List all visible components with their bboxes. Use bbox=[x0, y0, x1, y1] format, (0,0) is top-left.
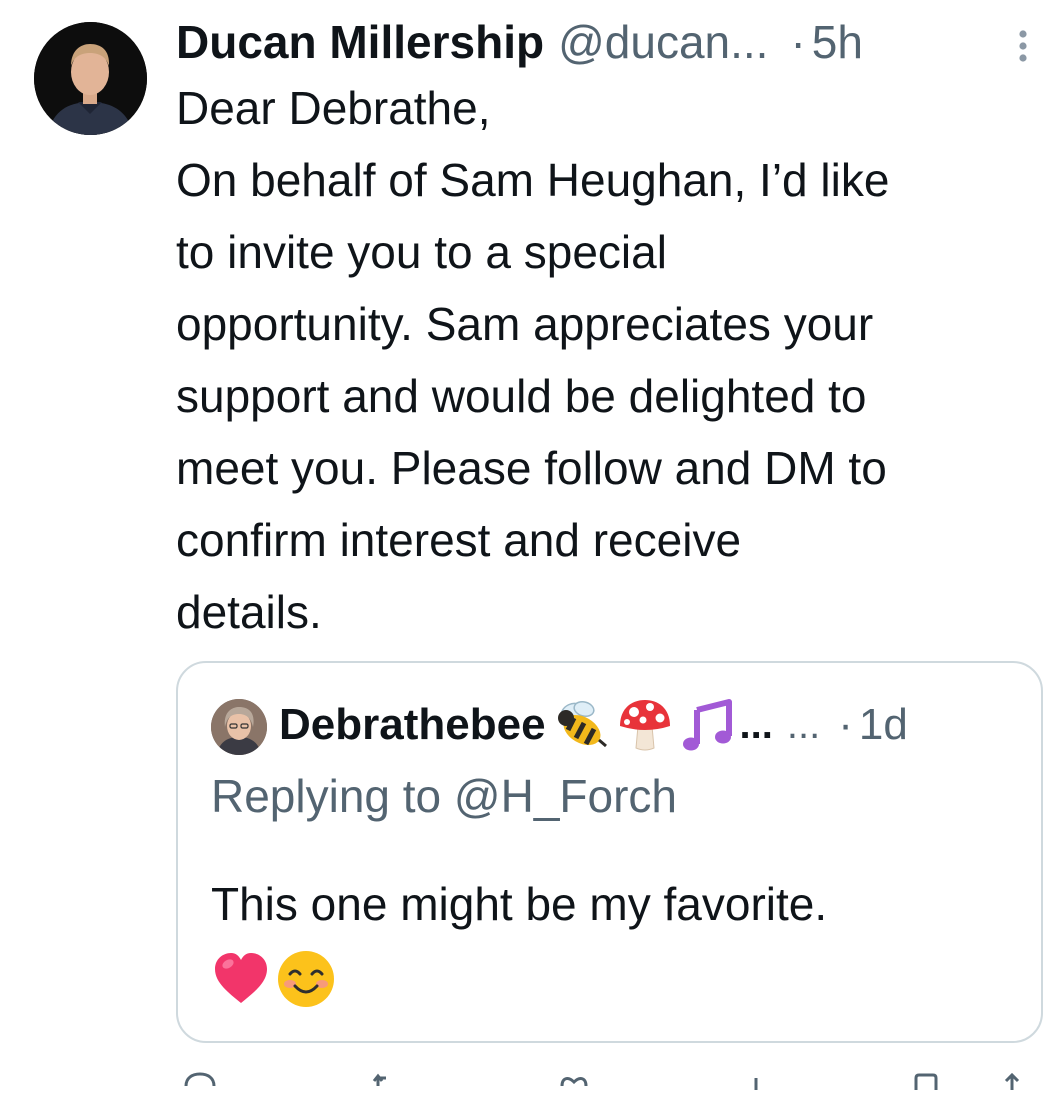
separator-dot: · bbox=[838, 700, 853, 749]
tweet-header: Ducan Millership @ducan... · 5h bbox=[176, 10, 1036, 74]
quoted-handle-truncated[interactable]: ... bbox=[787, 703, 820, 748]
tweet-body-line: opportunity. Sam appreciates your bbox=[176, 298, 874, 350]
tweet-body-line: to invite you to a special bbox=[176, 226, 667, 278]
mushroom-emoji bbox=[616, 696, 674, 754]
replying-to-label[interactable]: Replying to @H_Forch bbox=[211, 769, 677, 823]
music-notes-emoji bbox=[680, 696, 738, 754]
more-vertical-icon[interactable] bbox=[1013, 28, 1033, 68]
share-icon[interactable] bbox=[992, 1070, 1032, 1090]
quoted-tweet-timestamp[interactable]: 1d bbox=[859, 700, 908, 750]
bee-emoji bbox=[552, 696, 610, 754]
tweet-body: Dear Debrathe, On behalf of Sam Heughan,… bbox=[176, 72, 1046, 648]
tweet-body-line: details. bbox=[176, 586, 322, 638]
author-handle[interactable]: @ducan... bbox=[558, 15, 768, 69]
retweet-icon[interactable] bbox=[368, 1070, 408, 1090]
tweet-body-line: meet you. Please follow and DM to bbox=[176, 442, 887, 494]
separator-dot: · bbox=[790, 16, 806, 68]
tweet-timestamp[interactable]: 5h bbox=[812, 15, 863, 69]
heart-emoji bbox=[211, 949, 271, 1009]
quoted-tweet-emojis bbox=[211, 947, 337, 1011]
bookmark-icon[interactable] bbox=[906, 1070, 946, 1090]
quoted-author-display-name[interactable]: Debrathebee bbox=[279, 700, 546, 750]
author-display-name[interactable]: Ducan Millership bbox=[176, 15, 544, 69]
tweet-body-line: Dear Debrathe, bbox=[176, 82, 491, 134]
quoted-author-avatar[interactable] bbox=[211, 699, 267, 755]
smiling-face-emoji bbox=[275, 948, 337, 1010]
quoted-tweet-header: Debrathebee ... ... · 1d bbox=[279, 693, 908, 757]
quoted-tweet-text: This one might be my favorite. bbox=[211, 878, 828, 930]
tweet[interactable]: Ducan Millership @ducan... · 5h Dear Deb… bbox=[0, 0, 1055, 1090]
tweet-action-bar bbox=[176, 1070, 1036, 1090]
quoted-name-truncation: ... bbox=[739, 702, 773, 747]
tweet-body-line: On behalf of Sam Heughan, I’d like bbox=[176, 154, 890, 206]
quoted-tweet[interactable]: Debrathebee ... ... · 1d Replying to @H_… bbox=[176, 661, 1043, 1043]
tweet-body-line: support and would be delighted to bbox=[176, 370, 867, 422]
author-avatar[interactable] bbox=[34, 22, 147, 135]
tweet-body-line: confirm interest and receive bbox=[176, 514, 742, 566]
views-icon[interactable] bbox=[736, 1070, 776, 1090]
like-icon[interactable] bbox=[554, 1070, 594, 1090]
reply-icon[interactable] bbox=[180, 1070, 220, 1090]
